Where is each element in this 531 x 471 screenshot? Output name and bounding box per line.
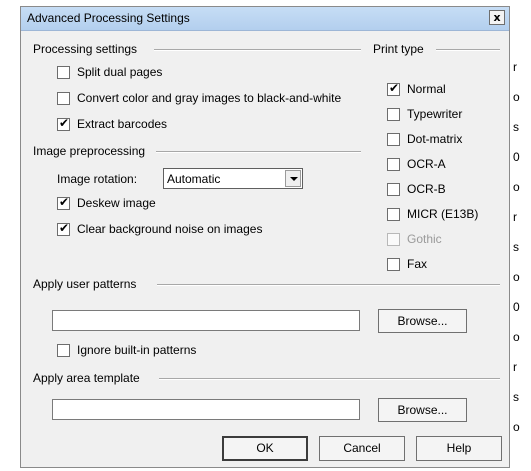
divider: [157, 284, 500, 286]
area-template-browse-button[interactable]: Browse...: [378, 398, 467, 422]
split-dual-pages-label[interactable]: Split dual pages: [77, 65, 162, 79]
print-type-checkbox[interactable]: ✔: [387, 81, 400, 96]
area-template-heading: Apply area template: [33, 371, 140, 385]
close-button[interactable]: x: [489, 10, 505, 25]
print-type-checkbox[interactable]: [387, 133, 400, 146]
print-type-label[interactable]: Normal: [407, 82, 446, 96]
deskew-label[interactable]: Deskew image: [77, 196, 156, 210]
cancel-button[interactable]: Cancel: [319, 436, 405, 461]
print-type-checkbox[interactable]: [387, 108, 400, 121]
ignore-builtin-label[interactable]: Ignore built-in patterns: [77, 343, 196, 357]
divider: [154, 49, 361, 51]
image-preprocessing-heading: Image preprocessing: [33, 144, 146, 158]
ok-button[interactable]: OK: [222, 436, 308, 461]
split-dual-pages-checkbox[interactable]: [57, 66, 70, 79]
ignore-builtin-checkbox[interactable]: [57, 344, 70, 357]
print-type-checkbox[interactable]: [387, 158, 400, 171]
image-rotation-label: Image rotation:: [57, 172, 138, 186]
print-type-label[interactable]: MICR (E13B): [407, 207, 478, 221]
deskew-checkbox[interactable]: ✔: [57, 195, 70, 210]
background-text-fragment: 0: [513, 150, 520, 164]
print-type-label[interactable]: OCR-B: [407, 182, 446, 196]
title-bar[interactable]: Advanced Processing Settings x: [21, 7, 509, 31]
background-text-fragment: r: [513, 60, 517, 74]
user-patterns-path-input[interactable]: [52, 310, 360, 331]
convert-bw-label[interactable]: Convert color and gray images to black-a…: [77, 91, 341, 105]
dropdown-button[interactable]: [285, 170, 301, 187]
chevron-down-icon: [290, 177, 298, 181]
divider: [436, 49, 500, 51]
background-text-fragment: o: [513, 90, 520, 104]
extract-barcodes-checkbox[interactable]: ✔: [57, 116, 70, 131]
divider: [156, 151, 361, 153]
checkmark-icon: ✔: [59, 116, 70, 130]
background-text-fragment: s: [513, 390, 519, 404]
background-text-fragment: o: [513, 420, 520, 434]
background-text-fragment: o: [513, 270, 520, 284]
print-type-heading: Print type: [373, 42, 424, 56]
clear-noise-label[interactable]: Clear background noise on images: [77, 222, 262, 236]
print-type-checkbox[interactable]: [387, 258, 400, 271]
help-button[interactable]: Help: [416, 436, 502, 461]
print-type-checkbox: [387, 233, 400, 246]
checkmark-icon: ✔: [59, 221, 70, 235]
background-text-fragment: 0: [513, 300, 520, 314]
user-patterns-heading: Apply user patterns: [33, 277, 137, 291]
image-rotation-value: Automatic: [167, 172, 221, 186]
print-type-checkbox[interactable]: [387, 183, 400, 196]
print-type-label[interactable]: Typewriter: [407, 107, 462, 121]
divider: [159, 378, 500, 380]
close-icon: x: [493, 11, 501, 24]
checkmark-icon: ✔: [389, 81, 400, 95]
background-text-fragment: o: [513, 330, 520, 344]
image-rotation-select[interactable]: Automatic: [163, 168, 303, 189]
print-type-label[interactable]: Dot-matrix: [407, 132, 462, 146]
user-patterns-browse-button[interactable]: Browse...: [378, 309, 467, 333]
print-type-label[interactable]: OCR-A: [407, 157, 446, 171]
print-type-checkbox[interactable]: [387, 208, 400, 221]
processing-settings-heading: Processing settings: [33, 42, 138, 56]
print-type-label[interactable]: Fax: [407, 257, 427, 271]
background-text-fragment: s: [513, 120, 519, 134]
background-text-fragment: r: [513, 210, 517, 224]
background-text-fragment: r: [513, 360, 517, 374]
advanced-processing-dialog: Advanced Processing Settings x Processin…: [20, 6, 510, 468]
convert-bw-checkbox[interactable]: [57, 92, 70, 105]
checkmark-icon: ✔: [59, 195, 70, 209]
background-text-fragment: s: [513, 240, 519, 254]
dialog-title: Advanced Processing Settings: [27, 11, 190, 25]
print-type-label: Gothic: [407, 232, 442, 246]
extract-barcodes-label[interactable]: Extract barcodes: [77, 117, 167, 131]
background-text-fragment: o: [513, 180, 520, 194]
area-template-path-input[interactable]: [52, 399, 360, 420]
clear-noise-checkbox[interactable]: ✔: [57, 221, 70, 236]
